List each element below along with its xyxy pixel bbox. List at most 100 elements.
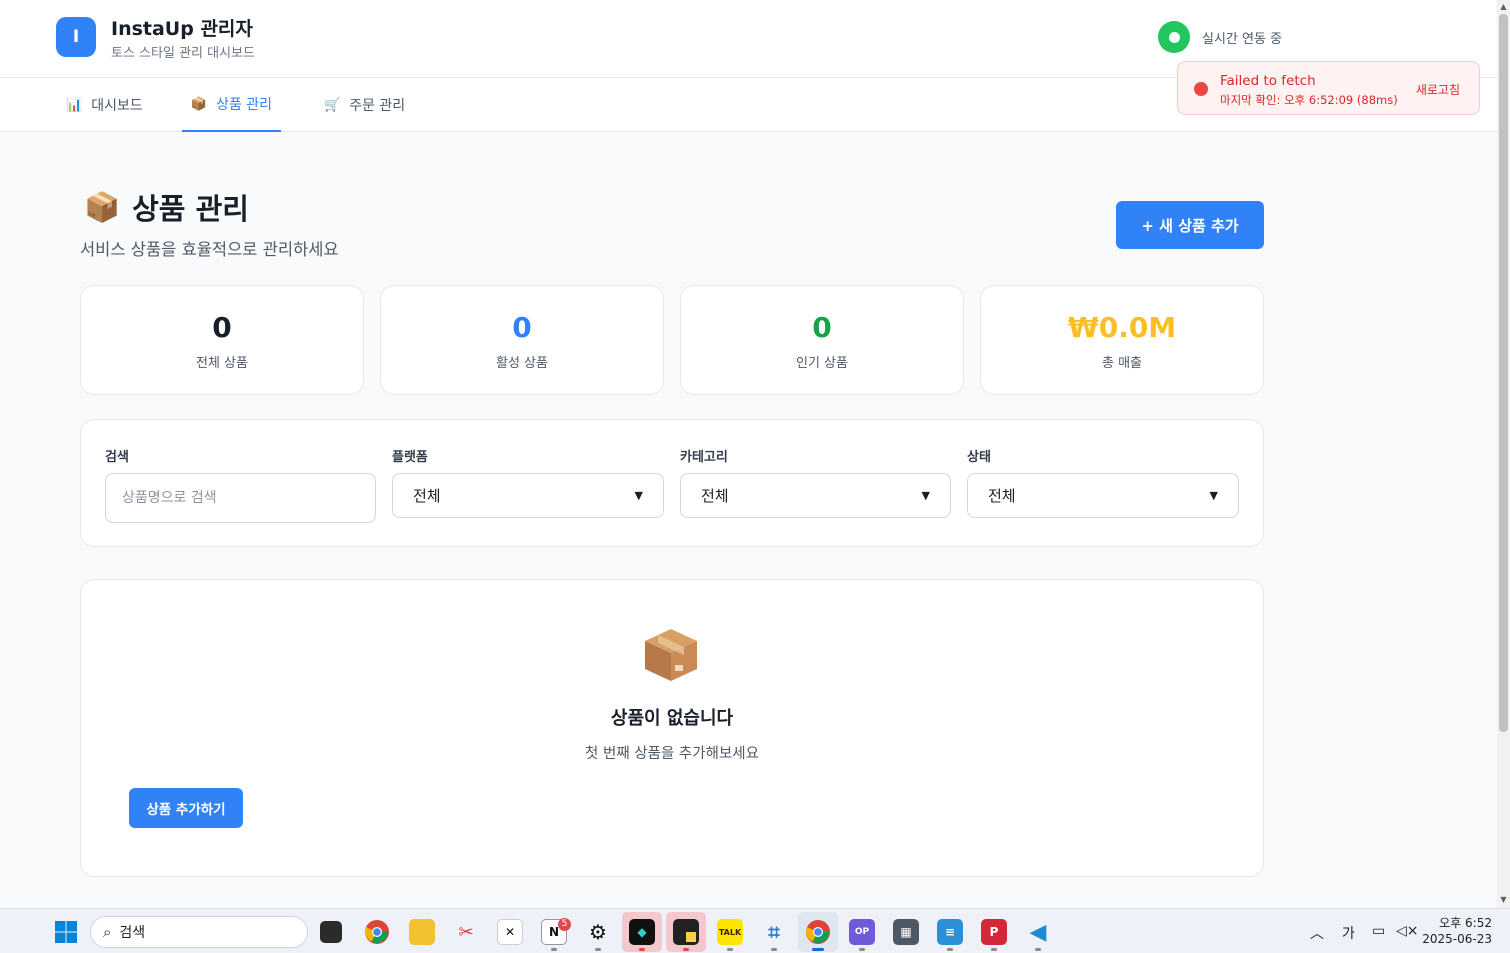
system-clock[interactable]: 오후 6:52 2025-06-23 (1422, 915, 1492, 947)
error-icon (1194, 82, 1208, 96)
search-icon: ⌕ (103, 923, 112, 941)
stat-value: 0 (812, 311, 832, 344)
filter-panel: 검색 플랫폼 전체 ▼ 카테고리 전체 ▼ 상태 전체 ▼ (80, 419, 1264, 547)
capcut-icon[interactable]: ✕ (497, 919, 523, 945)
stat-card-active: 0 활성 상품 (380, 285, 664, 395)
error-detail: 마지막 확인: 오후 6:52:09 (88ms) (1220, 93, 1398, 107)
error-toast: Failed to fetch 마지막 확인: 오후 6:52:09 (88ms… (1177, 61, 1480, 115)
add-product-button[interactable]: + 새 상품 추가 (1116, 201, 1264, 249)
page-scrollbar[interactable]: ▲ ▼ (1497, 0, 1510, 908)
stat-label: 총 매출 (1101, 356, 1142, 371)
scroll-up-icon[interactable]: ▲ (1499, 2, 1508, 12)
page-subtitle: 서비스 상품을 효율적으로 관리하세요 (80, 240, 339, 259)
tab-label: 주문 관리 (349, 98, 406, 114)
vscode-icon[interactable]: ◀ (1025, 919, 1051, 945)
package-icon: 📦 (190, 96, 208, 112)
app-icon[interactable]: ◆ (629, 919, 655, 945)
chrome-profile-icon[interactable] (805, 919, 831, 945)
task-view-icon[interactable] (320, 921, 342, 943)
category-value: 전체 (701, 487, 729, 505)
empty-subtitle: 첫 번째 상품을 추가해보세요 (585, 746, 759, 762)
stat-value: ₩0.0M (1067, 311, 1177, 344)
running-indicator (859, 948, 865, 951)
taskbar-search[interactable]: ⌕ 검색 (90, 916, 308, 948)
scroll-thumb[interactable] (1499, 14, 1508, 732)
running-indicator (639, 948, 645, 951)
stat-value: 0 (512, 311, 532, 344)
stat-card-total: 0 전체 상품 (80, 285, 364, 395)
running-indicator (551, 948, 557, 951)
sticky-notes-icon[interactable] (673, 919, 699, 945)
stat-label: 활성 상품 (496, 356, 548, 371)
notification-badge: 5 (558, 918, 571, 931)
chatgpt-icon[interactable]: ⚙ (585, 919, 611, 945)
scroll-down-icon[interactable]: ▼ (1499, 895, 1508, 905)
notepad-icon[interactable]: ≡ (937, 919, 963, 945)
taskbar-search-label: 검색 (119, 925, 146, 941)
package-icon: 📦 (84, 189, 121, 224)
chart-icon: 📊 (66, 97, 83, 113)
running-indicator (812, 948, 824, 951)
running-indicator (683, 948, 689, 951)
chrome-icon[interactable] (364, 919, 390, 945)
live-status-icon (1158, 21, 1190, 53)
search-label: 검색 (105, 450, 129, 465)
opgg-icon[interactable]: OP (849, 919, 875, 945)
cart-icon: 🛒 (324, 97, 341, 113)
stat-label: 전체 상품 (196, 356, 248, 371)
running-indicator (991, 948, 997, 951)
stat-value: 0 (212, 311, 232, 344)
tab-dashboard[interactable]: 📊 대시보드 (64, 78, 145, 132)
empty-title: 상품이 없습니다 (610, 708, 734, 729)
clock-date: 2025-06-23 (1422, 932, 1492, 946)
platform-select[interactable]: 전체 ▼ (392, 473, 664, 518)
snipping-tool-icon[interactable]: ✂ (453, 919, 479, 945)
chevron-down-icon: ▼ (921, 489, 930, 502)
clock-time: 오후 6:52 (1439, 916, 1492, 930)
error-title: Failed to fetch (1220, 73, 1316, 89)
tab-products[interactable]: 📦 상품 관리 (182, 78, 281, 132)
category-label: 카테고리 (680, 450, 728, 465)
running-indicator (947, 948, 953, 951)
network-app-icon[interactable]: ⌗ (761, 919, 787, 945)
category-select[interactable]: 전체 ▼ (680, 473, 951, 518)
running-indicator (595, 948, 601, 951)
stat-card-revenue: ₩0.0M 총 매출 (980, 285, 1264, 395)
volume-muted-icon[interactable]: ◁× (1396, 923, 1419, 939)
platform-value: 전체 (413, 487, 441, 505)
chevron-up-icon[interactable]: ︿ (1310, 923, 1324, 943)
chevron-down-icon: ▼ (1209, 489, 1218, 502)
pdf-icon[interactable]: P (981, 919, 1007, 945)
tab-orders[interactable]: 🛒 주문 관리 (322, 78, 407, 132)
calculator-icon[interactable]: ▦ (893, 919, 919, 945)
tab-label: 상품 관리 (216, 97, 273, 113)
chevron-down-icon: ▼ (634, 489, 643, 502)
empty-state-panel: 상품이 없습니다 첫 번째 상품을 추가해보세요 상품 추가하기 (80, 579, 1264, 877)
running-indicator (727, 948, 733, 951)
app-logo[interactable]: I (56, 17, 96, 57)
app-subtitle: 토스 스타일 관리 대시보드 (111, 46, 255, 61)
app-title: InstaUp 관리자 (111, 18, 253, 40)
refresh-button[interactable]: 새로고침 (1416, 81, 1460, 98)
kakaotalk-icon[interactable]: TALK (717, 919, 743, 945)
ime-indicator[interactable]: 가 (1342, 923, 1355, 943)
platform-label: 플랫폼 (392, 450, 428, 465)
package-icon (645, 629, 697, 681)
start-icon[interactable] (53, 919, 79, 945)
status-value: 전체 (988, 487, 1016, 505)
add-product-button[interactable]: 상품 추가하기 (129, 788, 243, 828)
status-select[interactable]: 전체 ▼ (967, 473, 1239, 518)
page-title-text: 상품 관리 (132, 192, 249, 226)
windows-taskbar: ⌕ 검색 ✂ ✕ N 5 ⚙ ◆ TALK ⌗ OP ▦ ≡ P ◀ ︿ 가 ▭… (0, 908, 1510, 953)
status-label: 상태 (967, 450, 991, 465)
search-input[interactable] (105, 473, 376, 523)
file-explorer-icon[interactable] (409, 919, 435, 945)
network-icon[interactable]: ▭ (1372, 923, 1385, 939)
tab-label: 대시보드 (91, 98, 143, 114)
live-status-text: 실시간 연동 중 (1202, 32, 1283, 47)
running-indicator (771, 948, 777, 951)
running-indicator (1035, 948, 1041, 951)
stat-label: 인기 상품 (796, 356, 848, 371)
stat-card-popular: 0 인기 상품 (680, 285, 964, 395)
page-title: 📦 상품 관리 (84, 186, 249, 228)
